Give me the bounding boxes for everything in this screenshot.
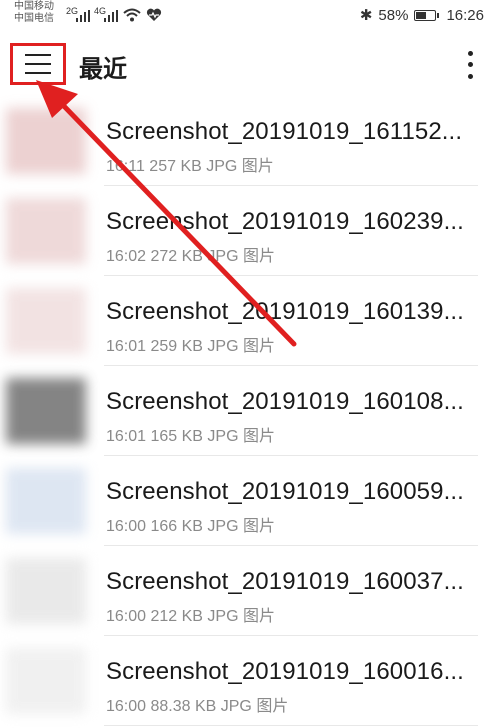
file-list-item[interactable]: Screenshot_20191019_160037... 16:00 212 K… (0, 546, 496, 636)
divider (104, 725, 478, 726)
carrier-info: 中国移动 中国电信 (14, 1, 54, 25)
wifi-icon (123, 8, 141, 22)
file-meta: 16:11 257 KB JPG 图片 (106, 158, 274, 175)
file-name: Screenshot_20191019_160037... (106, 568, 464, 595)
signal-bars-icon (76, 10, 90, 22)
page-title: 最近 (79, 56, 127, 83)
signal-bars-icon (104, 10, 118, 22)
battery-percent: 58% (378, 6, 409, 24)
file-meta: 16:01 259 KB JPG 图片 (106, 338, 275, 355)
battery-icon (414, 9, 440, 21)
file-meta: 16:00 88.38 KB JPG 图片 (106, 698, 289, 715)
menu-button[interactable] (10, 43, 66, 85)
carrier-1: 中国移动 (14, 1, 54, 12)
status-bar: 中国移动 中国电信 2G 4G ✱ 58% 16:26 (0, 0, 496, 32)
file-name: Screenshot_20191019_161152... (106, 118, 463, 145)
file-thumbnail (6, 558, 86, 624)
file-list-item[interactable]: Screenshot_20191019_161152... 16:11 257 K… (0, 96, 496, 186)
file-name: Screenshot_20191019_160059... (106, 478, 464, 505)
file-list-item[interactable]: Screenshot_20191019_160016... 16:00 88.38… (0, 636, 496, 726)
file-thumbnail (6, 378, 86, 444)
file-thumbnail (6, 108, 86, 174)
heart-monitor-icon (146, 8, 162, 21)
status-right: ✱ 58% 16:26 (359, 6, 484, 25)
battery-fill (416, 11, 426, 19)
more-options-icon[interactable] (458, 48, 482, 82)
file-meta: 16:01 165 KB JPG 图片 (106, 428, 275, 445)
carrier-2: 中国电信 (14, 13, 54, 24)
file-meta: 16:00 166 KB JPG 图片 (106, 518, 275, 535)
hamburger-menu-icon (25, 54, 51, 74)
clock: 16:26 (446, 6, 484, 24)
file-thumbnail (6, 198, 86, 264)
file-meta: 16:02 272 KB JPG 图片 (106, 248, 275, 265)
file-list-item[interactable]: Screenshot_20191019_160239... 16:02 272 K… (0, 186, 496, 276)
file-name: Screenshot_20191019_160108... (106, 388, 464, 415)
file-name: Screenshot_20191019_160016... (106, 658, 464, 685)
file-name: Screenshot_20191019_160239... (106, 208, 464, 235)
file-list: Screenshot_20191019_161152... 16:11 257 K… (0, 96, 496, 726)
file-thumbnail (6, 648, 86, 714)
file-name: Screenshot_20191019_160139... (106, 298, 464, 325)
file-list-item[interactable]: Screenshot_20191019_160108... 16:01 165 K… (0, 366, 496, 456)
file-list-item[interactable]: Screenshot_20191019_160139... 16:01 259 K… (0, 276, 496, 366)
file-list-item[interactable]: Screenshot_20191019_160059... 16:00 166 K… (0, 456, 496, 546)
file-thumbnail (6, 468, 86, 534)
bluetooth-icon: ✱ (359, 7, 373, 24)
app-bar: 最近 (0, 36, 496, 96)
file-thumbnail (6, 288, 86, 354)
file-meta: 16:00 212 KB JPG 图片 (106, 608, 275, 625)
